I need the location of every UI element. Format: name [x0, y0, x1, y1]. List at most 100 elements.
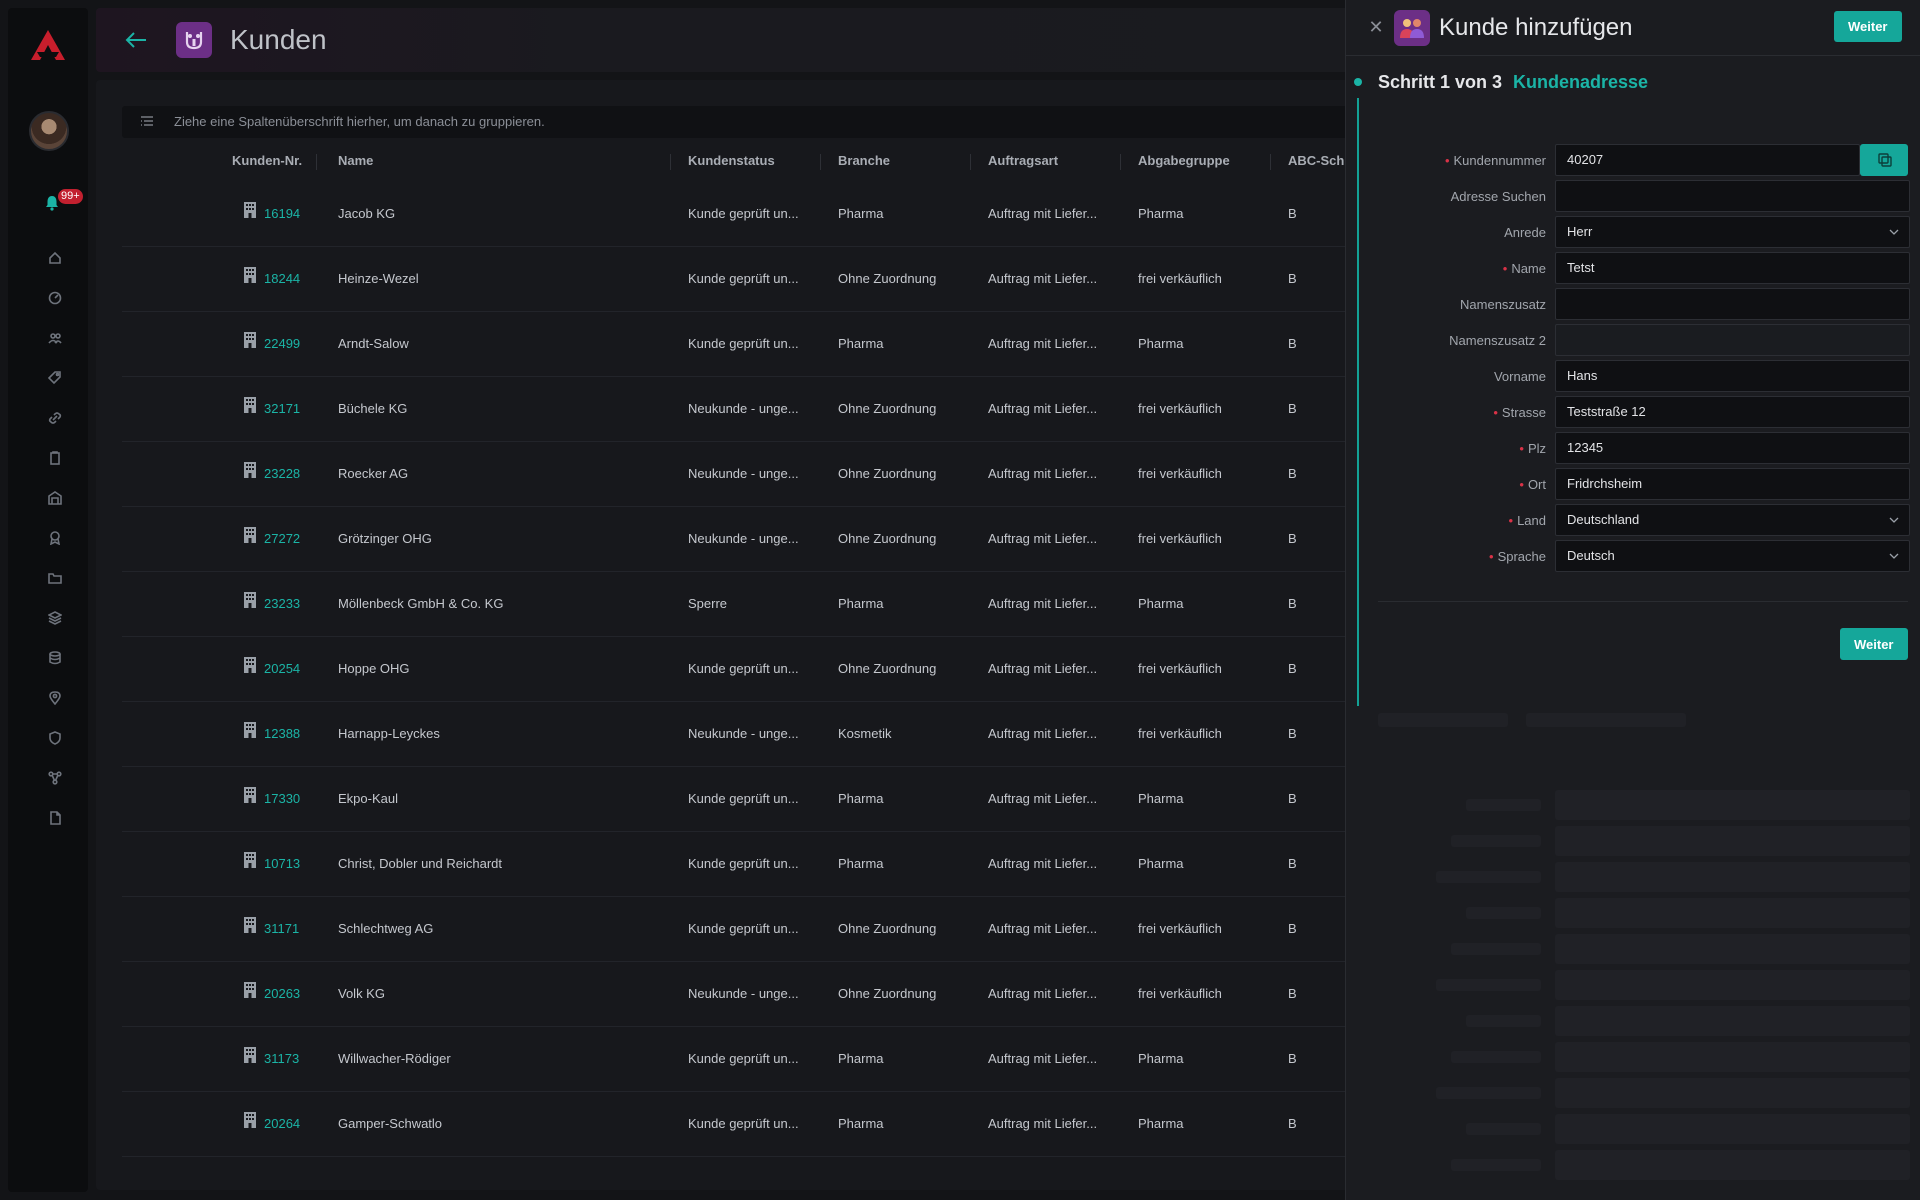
users-icon[interactable]	[48, 331, 66, 349]
table-row[interactable]: 18244 Heinze-Wezel Kunde geprüft un... Ohne…	[122, 247, 1356, 312]
cell-branche: Pharma	[838, 856, 884, 871]
dashboard-icon[interactable]	[48, 291, 66, 309]
select-land[interactable]: Deutschland	[1555, 504, 1910, 536]
column-divider[interactable]	[1270, 154, 1271, 170]
input-plz[interactable]: 12345	[1555, 432, 1910, 464]
column-divider[interactable]	[316, 154, 317, 170]
cell-abc: B	[1288, 596, 1297, 611]
table-row[interactable]: 16194 Jacob KG Kunde geprüft un... Pharma Au…	[122, 182, 1356, 247]
back-arrow-icon[interactable]	[124, 30, 148, 50]
cell-branche: Ohne Zuordnung	[838, 531, 937, 546]
cell-kundenstatus: Kunde geprüft un...	[688, 336, 799, 351]
table-row[interactable]: 20263 Volk KG Neukunde - unge... Ohne Zuord…	[122, 962, 1356, 1027]
database-icon[interactable]	[48, 651, 66, 669]
select-sprache[interactable]: Deutsch	[1555, 540, 1910, 572]
table-row[interactable]: 12388 Harnapp-Leyckes Neukunde - unge... Ko…	[122, 702, 1356, 767]
input-kundennummer[interactable]: 40207	[1555, 144, 1860, 176]
table-row[interactable]: 31171 Schlechtweg AG Kunde geprüft un... Oh…	[122, 897, 1356, 962]
cell-kunden-nr[interactable]: 31171	[264, 921, 299, 936]
clipboard-icon[interactable]	[48, 451, 66, 469]
cell-kunden-nr[interactable]: 20254	[264, 661, 300, 676]
shield-icon[interactable]	[48, 731, 66, 749]
badge-icon[interactable]	[48, 531, 66, 549]
next-step-preview-field	[1555, 970, 1910, 1000]
building-icon	[242, 461, 258, 479]
input-namenszusatz-2[interactable]	[1555, 324, 1910, 356]
column-header-abgabegruppe[interactable]: Abgabegruppe	[1138, 153, 1230, 168]
field-value: 40207	[1567, 152, 1604, 167]
building-icon	[242, 721, 258, 739]
cell-kunden-nr[interactable]: 18244	[264, 271, 300, 286]
input-vorname[interactable]: Hans	[1555, 360, 1910, 392]
field-value: Deutschland	[1567, 512, 1640, 527]
column-header-abc-schluessel[interactable]: ABC-Schl	[1288, 153, 1348, 168]
cell-auftragsart: Auftrag mit Liefer...	[988, 401, 1098, 416]
table-row[interactable]: 23233 Möllenbeck GmbH & Co. KG Sperre Pharm…	[122, 572, 1356, 637]
next-step-preview-field	[1555, 1114, 1910, 1144]
folder-icon[interactable]	[48, 571, 66, 589]
input-namenszusatz[interactable]	[1555, 288, 1910, 320]
cell-kunden-nr[interactable]: 17330	[264, 791, 300, 806]
table-row[interactable]: 17330 Ekpo-Kaul Kunde geprüft un... Pharma A…	[122, 767, 1356, 832]
table-row[interactable]: 22499 Arndt-Salow Kunde geprüft un... Pharm…	[122, 312, 1356, 377]
document-icon[interactable]	[48, 811, 66, 829]
column-header-kundenstatus[interactable]: Kundenstatus	[688, 153, 775, 168]
warehouse-icon[interactable]	[48, 491, 66, 509]
cell-kunden-nr[interactable]: 16194	[264, 206, 300, 221]
cell-abgabegruppe: Pharma	[1138, 596, 1184, 611]
select-anrede[interactable]: Herr	[1555, 216, 1910, 248]
column-divider[interactable]	[820, 154, 821, 170]
required-marker: •	[1444, 153, 1450, 168]
generate-number-button[interactable]	[1860, 144, 1908, 176]
cell-kundenstatus: Kunde geprüft un...	[688, 1051, 799, 1066]
cell-kunden-nr[interactable]: 20264	[264, 1116, 300, 1131]
column-header-name[interactable]: Name	[338, 153, 373, 168]
app-logo[interactable]	[28, 26, 68, 66]
tag-icon[interactable]	[47, 371, 66, 389]
cell-kunden-nr[interactable]: 23228	[264, 466, 300, 481]
table-row[interactable]: 32171 Büchele KG Neukunde - unge... Ohne Zu…	[122, 377, 1356, 442]
cell-auftragsart: Auftrag mit Liefer...	[988, 271, 1098, 286]
table-row[interactable]: 20254 Hoppe OHG Kunde geprüft un... Ohne Zu…	[122, 637, 1356, 702]
input-name[interactable]: Tetst	[1555, 252, 1910, 284]
table-row[interactable]: 10713 Christ, Dobler und Reichardt Kunde g…	[122, 832, 1356, 897]
input-strasse[interactable]: Teststraße 12	[1555, 396, 1910, 428]
location-icon[interactable]	[48, 691, 66, 709]
column-divider[interactable]	[970, 154, 971, 170]
notification-badge: 99+	[58, 189, 83, 204]
close-icon[interactable]: ✕	[1366, 17, 1386, 37]
cell-kunden-nr[interactable]: 27272	[264, 531, 300, 546]
table-row[interactable]: 20264 Gamper-Schwatlo Kunde geprüft un... P…	[122, 1092, 1356, 1157]
input-adresse-suchen[interactable]	[1555, 180, 1910, 212]
cell-kunden-nr[interactable]: 22499	[264, 336, 300, 351]
cell-kunden-nr[interactable]: 32171	[264, 401, 300, 416]
home-icon[interactable]	[48, 251, 66, 269]
column-divider[interactable]	[1120, 154, 1121, 170]
input-ort[interactable]: Fridrchsheim	[1555, 468, 1910, 500]
table-row[interactable]: 23228 Roecker AG Neukunde - unge... Ohne Zu…	[122, 442, 1356, 507]
table-row[interactable]: 31173 Willwacher-Rödiger Kunde geprüft un.…	[122, 1027, 1356, 1092]
next-button-top[interactable]: Weiter	[1834, 11, 1902, 42]
table-row[interactable]: 27272 Grötzinger OHG Neukunde - unge... Ohn…	[122, 507, 1356, 572]
required-marker: •	[1502, 261, 1508, 276]
cell-kunden-nr[interactable]: 20263	[264, 986, 300, 1001]
label-sprache: • Sprache	[1346, 549, 1546, 564]
column-header-branche[interactable]: Branche	[838, 153, 890, 168]
next-button-bottom[interactable]: Weiter	[1840, 628, 1908, 660]
column-header-auftragsart[interactable]: Auftragsart	[988, 153, 1058, 168]
cell-kunden-nr[interactable]: 31173	[264, 1051, 299, 1066]
group-by-drop-zone[interactable]: Ziehe eine Spaltenüberschrift hierher, u…	[122, 106, 1356, 138]
cell-kunden-nr[interactable]: 23233	[264, 596, 300, 611]
cell-name: Gamper-Schwatlo	[338, 1116, 443, 1131]
column-divider[interactable]	[670, 154, 671, 170]
user-avatar[interactable]	[29, 111, 69, 151]
sidebar: 99+	[8, 8, 88, 1192]
cell-kunden-nr[interactable]: 12388	[264, 726, 300, 741]
column-header-kunden-nr[interactable]: Kunden-Nr.	[232, 153, 302, 168]
network-icon[interactable]	[48, 771, 66, 789]
layers-icon[interactable]	[47, 611, 66, 629]
cell-kunden-nr[interactable]: 10713	[264, 856, 300, 871]
cell-auftragsart: Auftrag mit Liefer...	[988, 1051, 1098, 1066]
link-icon[interactable]	[48, 411, 66, 429]
page-header: Kunden	[96, 8, 1356, 72]
